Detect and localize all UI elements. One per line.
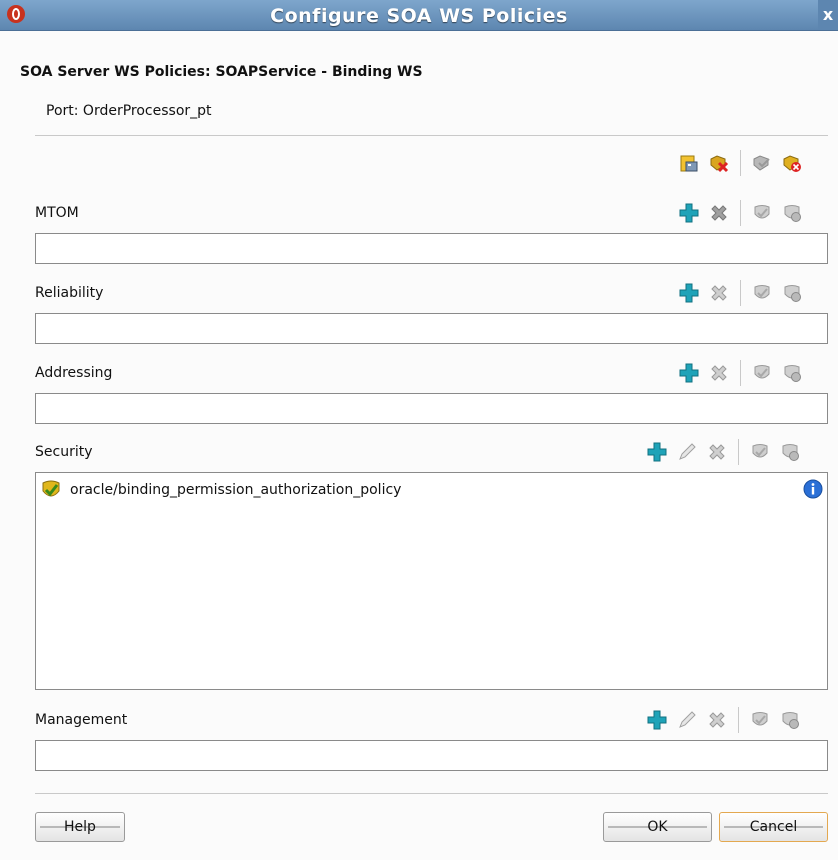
toolbar-separator xyxy=(740,280,741,306)
disable-policy-icon[interactable] xyxy=(781,152,803,174)
dialog-header-title: SOA Server WS Policies: SOAPService - Bi… xyxy=(20,64,423,80)
disable-icon[interactable] xyxy=(779,441,801,463)
policy-name: oracle/binding_permission_authorization_… xyxy=(70,482,402,498)
addressing-toolbar xyxy=(674,360,807,386)
add-icon[interactable] xyxy=(678,282,700,304)
enable-icon[interactable] xyxy=(751,282,773,304)
add-icon[interactable] xyxy=(646,441,668,463)
delete-icon[interactable] xyxy=(708,362,730,384)
enable-icon[interactable] xyxy=(749,709,771,731)
detach-policy-icon[interactable] xyxy=(708,152,730,174)
mtom-policy-list[interactable] xyxy=(35,233,828,264)
disable-icon[interactable] xyxy=(781,282,803,304)
delete-icon[interactable] xyxy=(708,202,730,224)
toolbar-separator xyxy=(740,200,741,226)
addressing-policy-list[interactable] xyxy=(35,393,828,424)
add-icon[interactable] xyxy=(678,362,700,384)
info-icon[interactable] xyxy=(803,479,823,499)
close-button[interactable]: x xyxy=(818,0,838,30)
enable-icon[interactable] xyxy=(751,362,773,384)
toolbar-separator xyxy=(738,439,739,465)
header-divider xyxy=(35,135,828,136)
toolbar-separator xyxy=(740,360,741,386)
policy-shield-icon xyxy=(42,480,60,497)
footer-divider xyxy=(35,793,828,794)
ok-button-label: OK xyxy=(647,819,668,835)
enable-policy-icon[interactable] xyxy=(751,152,773,174)
delete-icon[interactable] xyxy=(708,282,730,304)
cancel-button[interactable]: Cancel xyxy=(719,812,828,842)
mtom-toolbar xyxy=(674,200,807,226)
list-item[interactable]: oracle/binding_permission_authorization_… xyxy=(40,479,401,501)
reliability-toolbar xyxy=(674,280,807,306)
management-policy-list[interactable] xyxy=(35,740,828,771)
management-toolbar xyxy=(642,707,805,733)
disable-icon[interactable] xyxy=(779,709,801,731)
security-policy-list[interactable]: oracle/binding_permission_authorization_… xyxy=(35,472,828,690)
enable-icon[interactable] xyxy=(751,202,773,224)
toolbar-separator xyxy=(738,707,739,733)
disable-icon[interactable] xyxy=(781,362,803,384)
port-label: Port: OrderProcessor_pt xyxy=(46,103,212,119)
help-button-label: Help xyxy=(64,819,96,835)
cancel-button-label: Cancel xyxy=(749,819,798,835)
mtom-label: MTOM xyxy=(35,205,79,221)
security-toolbar xyxy=(642,439,805,465)
enable-icon[interactable] xyxy=(749,441,771,463)
global-policy-toolbar xyxy=(674,150,807,176)
ok-button[interactable]: OK xyxy=(603,812,712,842)
edit-icon[interactable] xyxy=(676,709,698,731)
configure-soa-ws-policies-dialog: Configure SOA WS Policies x SOA Server W… xyxy=(0,0,838,860)
window-title: Configure SOA WS Policies xyxy=(270,5,568,27)
addressing-label: Addressing xyxy=(35,365,113,381)
reliability-label: Reliability xyxy=(35,285,104,301)
attach-policy-icon[interactable] xyxy=(678,152,700,174)
disable-icon[interactable] xyxy=(781,202,803,224)
management-label: Management xyxy=(35,712,128,728)
help-button[interactable]: Help xyxy=(35,812,125,842)
add-icon[interactable] xyxy=(646,709,668,731)
delete-icon[interactable] xyxy=(706,441,728,463)
delete-icon[interactable] xyxy=(706,709,728,731)
add-icon[interactable] xyxy=(678,202,700,224)
toolbar-separator xyxy=(740,150,741,176)
edit-icon[interactable] xyxy=(676,441,698,463)
title-bar[interactable]: Configure SOA WS Policies x xyxy=(0,0,838,31)
security-label: Security xyxy=(35,444,93,460)
reliability-policy-list[interactable] xyxy=(35,313,828,344)
